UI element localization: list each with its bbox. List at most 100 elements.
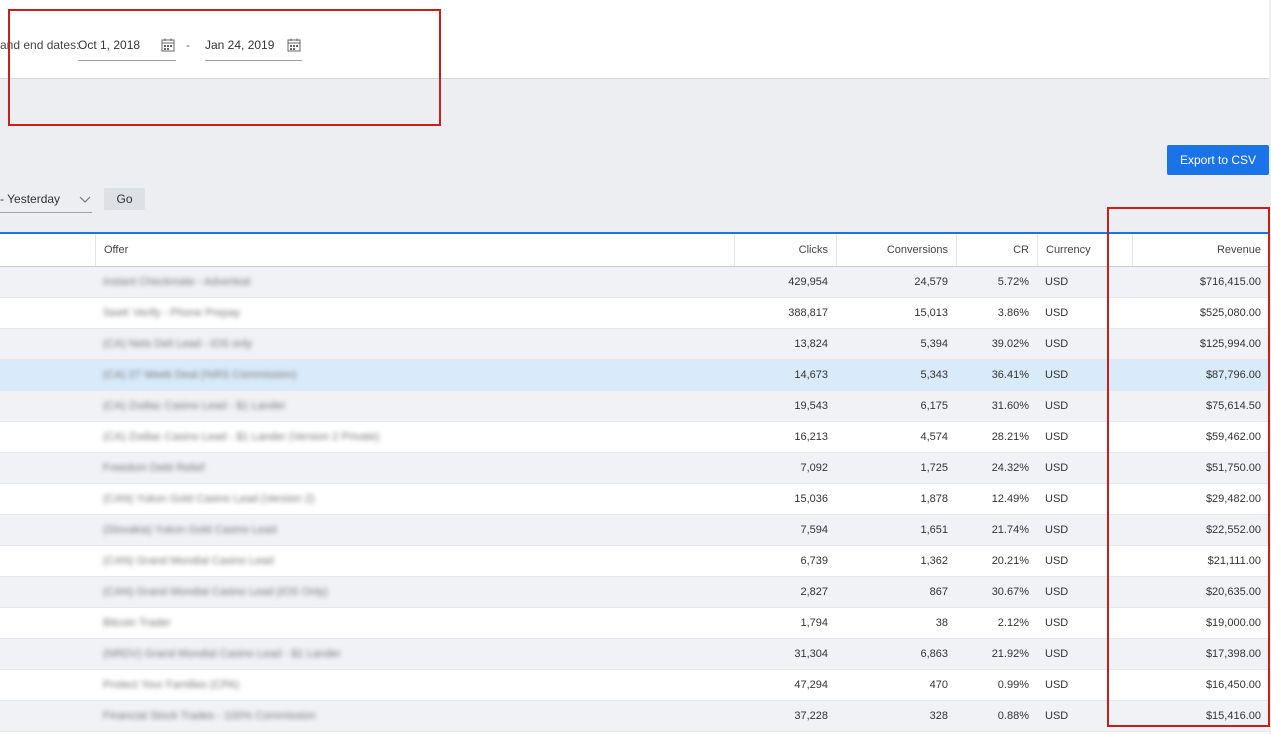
cell-offer: Instant Checkmate - Adverteal <box>103 276 251 288</box>
cell-currency: USD <box>1045 400 1069 412</box>
cell-cr: 0.88% <box>997 710 1029 722</box>
cell-offer: (Slovakia) Yukon Gold Casino Lead <box>103 524 277 536</box>
cell-conversions: 867 <box>929 586 948 598</box>
table-header: Offer Clicks Conversions CR Currency Rev… <box>0 234 1269 267</box>
cell-revenue: $20,635.00 <box>1205 586 1261 598</box>
period-select-value: - Yesterday <box>0 192 61 206</box>
cell-clicks: 14,673 <box>794 369 828 381</box>
period-select[interactable]: - Yesterday <box>0 186 92 213</box>
cell-revenue: $15,416.00 <box>1205 710 1261 722</box>
cell-offer: (CAN) Grand Mondial Casino Lead (iOS Onl… <box>103 586 328 598</box>
cell-currency: USD <box>1045 648 1069 660</box>
cell-conversions: 1,878 <box>920 493 948 505</box>
table-row[interactable]: (Slovakia) Yukon Gold Casino Lead 7,594 1,… <box>0 515 1269 546</box>
cell-currency: USD <box>1045 524 1069 536</box>
cell-revenue: $17,398.00 <box>1205 648 1261 660</box>
table-row[interactable]: Instant Checkmate - Adverteal 429,954 24,5… <box>0 267 1269 298</box>
cell-currency: USD <box>1045 493 1069 505</box>
cell-clicks: 13,824 <box>794 338 828 350</box>
cell-cr: 0.99% <box>997 679 1029 691</box>
cell-currency: USD <box>1045 276 1069 288</box>
cell-revenue: $125,994.00 <box>1199 338 1261 350</box>
go-button[interactable]: Go <box>104 188 145 210</box>
cell-conversions: 470 <box>929 679 948 691</box>
cell-cr: 30.67% <box>991 586 1029 598</box>
cell-revenue: $59,462.00 <box>1205 431 1261 443</box>
cell-cr: 31.60% <box>991 400 1029 412</box>
column-header-conversions[interactable]: Conversions <box>836 234 956 266</box>
column-header-offer[interactable]: Offer <box>95 234 734 266</box>
table-row[interactable]: (NRDV) Grand Mondial Casino Lead - $1 La… <box>0 639 1269 670</box>
cell-clicks: 388,817 <box>788 307 828 319</box>
start-date-value: Oct 1, 2018 <box>78 38 141 52</box>
cell-cr: 2.12% <box>997 617 1029 629</box>
cell-conversions: 6,863 <box>920 648 948 660</box>
calendar-icon[interactable] <box>287 38 301 52</box>
table-row[interactable]: (CA) Zodiac Casino Lead - $1 Lander 19,54… <box>0 391 1269 422</box>
cell-clicks: 2,827 <box>800 586 828 598</box>
cell-cr: 21.92% <box>991 648 1029 660</box>
cell-revenue: $16,450.00 <box>1205 679 1261 691</box>
cell-currency: USD <box>1045 710 1069 722</box>
cell-conversions: 15,013 <box>914 307 948 319</box>
table-row[interactable]: (CA) 27 Week Deal (%RS Commission) 14,673… <box>0 360 1269 391</box>
export-csv-button[interactable]: Export to CSV <box>1167 145 1269 175</box>
cell-revenue: $525,080.00 <box>1199 307 1261 319</box>
cell-cr: 39.02% <box>991 338 1029 350</box>
calendar-icon[interactable] <box>161 38 175 52</box>
table-row[interactable]: Bitcoin Trader 1,794 38 2.12% USD $19,000.00 <box>0 608 1269 639</box>
cell-revenue: $75,614.50 <box>1205 400 1261 412</box>
table-row[interactable]: (CA) Zodiac Casino Lead - $1 Lander (Ver… <box>0 422 1269 453</box>
cell-cr: 5.72% <box>997 276 1029 288</box>
cell-conversions: 6,175 <box>920 400 948 412</box>
cell-offer: (CA) Nets Deli Lead - iOS only <box>103 338 253 350</box>
table-row[interactable]: Protect Your Families (CPA) 47,294 470 0.99… <box>0 670 1269 701</box>
cell-offer: (CA) Zodiac Casino Lead - $1 Lander <box>103 400 286 412</box>
column-header-blank <box>0 234 95 266</box>
cell-revenue: $22,552.00 <box>1205 524 1261 536</box>
cell-offer: (CA) 27 Week Deal (%RS Commission) <box>103 369 297 381</box>
table-row[interactable]: (CA) Nets Deli Lead - iOS only 13,824 5,39… <box>0 329 1269 360</box>
column-header-revenue[interactable]: Revenue <box>1132 234 1269 266</box>
cell-conversions: 4,574 <box>920 431 948 443</box>
cell-clicks: 19,543 <box>794 400 828 412</box>
table-row[interactable]: Freedom Debt Relief 7,092 1,725 24.32% USD $5… <box>0 453 1269 484</box>
column-header-clicks[interactable]: Clicks <box>734 234 836 266</box>
table-row[interactable]: (CAN) Yukon Gold Casino Lead (Version 2)… <box>0 484 1269 515</box>
cell-cr: 12.49% <box>991 493 1029 505</box>
cell-offer: (NRDV) Grand Mondial Casino Lead - $1 La… <box>103 648 341 660</box>
cell-clicks: 1,794 <box>800 617 828 629</box>
cell-clicks: 15,036 <box>794 493 828 505</box>
table-row[interactable]: Financial Stock Trades - 100% Commission… <box>0 701 1269 732</box>
date-separator: - <box>186 38 190 52</box>
cell-conversions: 38 <box>935 617 948 629</box>
cell-revenue: $21,111.00 <box>1207 555 1261 567</box>
date-filter-panel: and end dates: Oct 1, 2018 - Jan 24, 201… <box>0 0 1269 79</box>
cell-currency: USD <box>1045 307 1069 319</box>
cell-clicks: 7,092 <box>800 462 828 474</box>
cell-revenue: $29,482.00 <box>1205 493 1261 505</box>
cell-offer: Protect Your Families (CPA) <box>103 679 240 691</box>
cell-cr: 3.86% <box>997 307 1029 319</box>
table-row[interactable]: (CAN) Grand Mondial Casino Lead 6,739 1,36… <box>0 546 1269 577</box>
cell-revenue: $19,000.00 <box>1205 617 1261 629</box>
cell-cr: 21.74% <box>991 524 1029 536</box>
column-header-currency[interactable]: Currency <box>1037 234 1132 266</box>
table-row[interactable]: SeeK Verify - Phone Prepay 388,817 15,013 3… <box>0 298 1269 329</box>
column-header-cr[interactable]: CR <box>956 234 1037 266</box>
cell-conversions: 24,579 <box>914 276 948 288</box>
start-date-field[interactable]: Oct 1, 2018 <box>78 30 176 61</box>
cell-currency: USD <box>1045 462 1069 474</box>
table-row[interactable]: (CAN) Grand Mondial Casino Lead (iOS Onl… <box>0 577 1269 608</box>
end-date-field[interactable]: Jan 24, 2019 <box>205 30 302 61</box>
cell-clicks: 429,954 <box>788 276 828 288</box>
offers-table: Offer Clicks Conversions CR Currency Rev… <box>0 232 1269 734</box>
cell-offer: Financial Stock Trades - 100% Commission <box>103 710 316 722</box>
cell-offer: (CAN) Yukon Gold Casino Lead (Version 2) <box>103 493 315 505</box>
cell-revenue: $87,796.00 <box>1205 369 1261 381</box>
cell-conversions: 1,725 <box>920 462 948 474</box>
cell-currency: USD <box>1045 369 1069 381</box>
cell-conversions: 328 <box>929 710 948 722</box>
cell-currency: USD <box>1045 617 1069 629</box>
cell-cr: 20.21% <box>991 555 1029 567</box>
